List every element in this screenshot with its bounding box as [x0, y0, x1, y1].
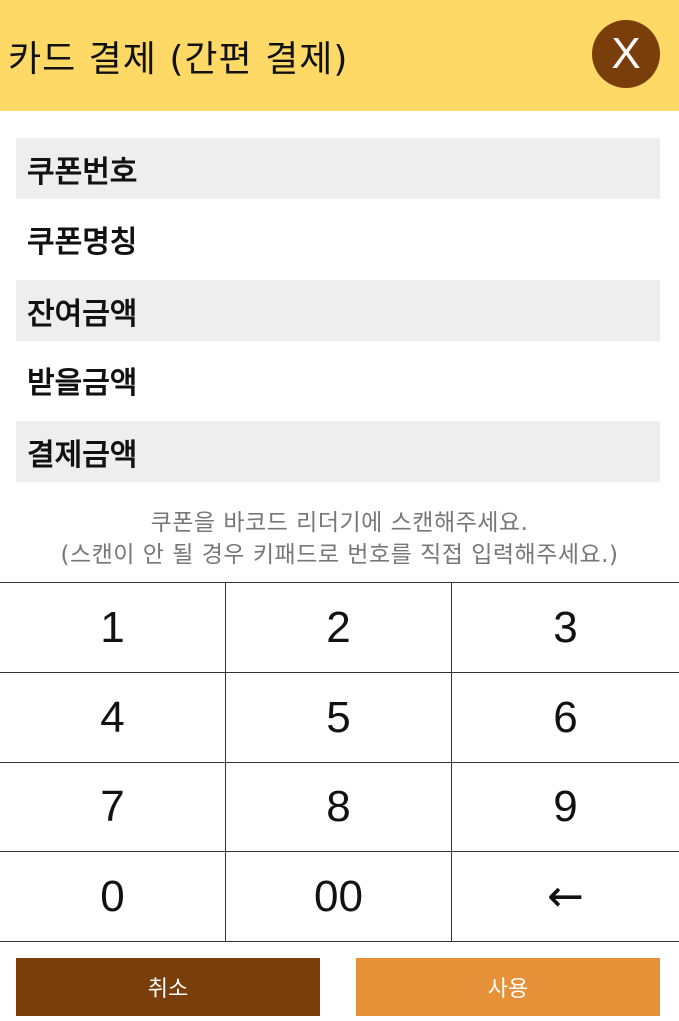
- key-3[interactable]: 3: [452, 583, 679, 673]
- backspace-key[interactable]: ←: [452, 852, 679, 942]
- field-coupon-number: 쿠폰번호: [16, 138, 660, 199]
- close-button[interactable]: X: [592, 20, 660, 88]
- field-receive-amount: 받을금액: [27, 365, 138, 401]
- key-2[interactable]: 2: [225, 583, 452, 673]
- use-button[interactable]: 사용: [356, 958, 660, 1016]
- field-coupon-name: 쿠폰명칭: [27, 224, 138, 260]
- field-remaining-amount: 잔여금액: [16, 280, 660, 341]
- cancel-button[interactable]: 취소: [16, 958, 320, 1016]
- key-0[interactable]: 0: [0, 852, 225, 942]
- key-8[interactable]: 8: [225, 763, 452, 852]
- numeric-keypad: 1 2 3 4 5 6 7 8 9 0 00 ←: [0, 582, 679, 942]
- key-4[interactable]: 4: [0, 673, 225, 763]
- header-bar: 카드 결제 (간편 결제) X: [0, 0, 679, 111]
- keypad-instruction: (스캔이 안 될 경우 키패드로 번호를 직접 입력해주세요.): [60, 542, 619, 568]
- key-1[interactable]: 1: [0, 583, 225, 673]
- key-9[interactable]: 9: [452, 763, 679, 852]
- page-title: 카드 결제 (간편 결제): [8, 39, 349, 80]
- scan-instruction: 쿠폰을 바코드 리더기에 스캔해주세요.: [150, 510, 529, 536]
- key-6[interactable]: 6: [452, 673, 679, 763]
- close-icon: X: [611, 29, 641, 78]
- key-5[interactable]: 5: [225, 673, 452, 763]
- key-7[interactable]: 7: [0, 763, 225, 852]
- field-payment-amount: 결제금액: [16, 421, 660, 482]
- key-00[interactable]: 00: [225, 852, 452, 942]
